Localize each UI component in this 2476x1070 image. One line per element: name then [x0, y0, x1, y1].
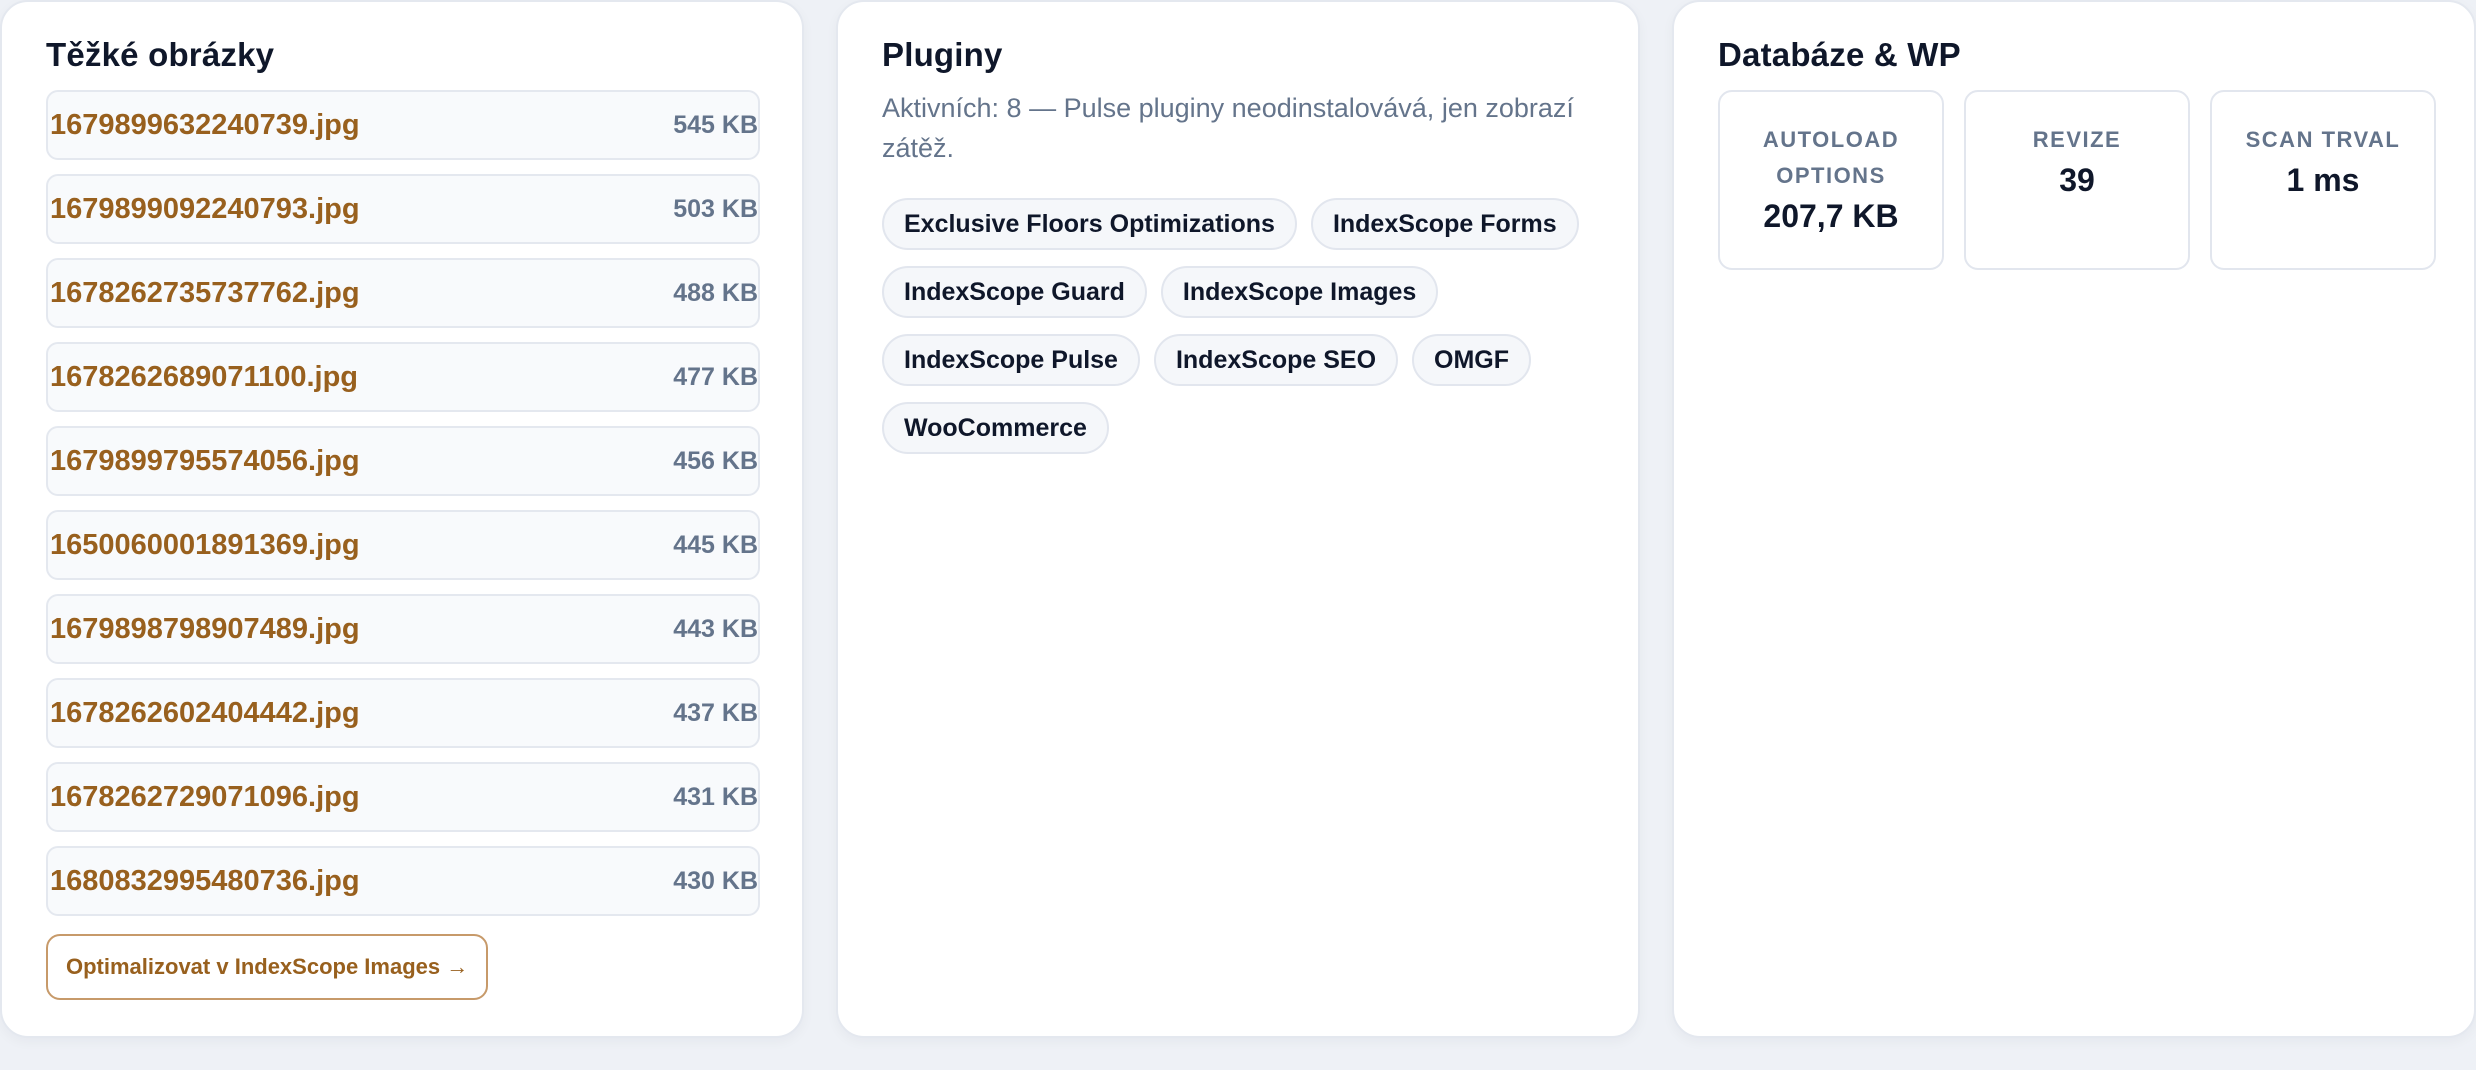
image-row: 1679899795574056.jpg 456 KB: [46, 426, 760, 496]
image-link[interactable]: 1679898798907489.jpg: [50, 613, 360, 646]
image-row: 1680832995480736.jpg 430 KB: [46, 846, 760, 916]
image-link[interactable]: 1679899795574056.jpg: [50, 445, 360, 478]
stat-value: 207,7 KB: [1763, 198, 1899, 234]
plugin-chip: IndexScope Forms: [1310, 198, 1579, 250]
image-size: 545 KB: [673, 110, 758, 139]
database-card: Databáze & WP Autoload options 207,7 KB …: [1672, 0, 2476, 1038]
plugin-chip: IndexScope Images: [1160, 266, 1439, 318]
stat-revisions: Revize 39: [1964, 90, 2190, 270]
image-size: 456 KB: [673, 446, 758, 475]
plugins-card: Pluginy Aktivních: 8 — Pulse pluginy neo…: [836, 0, 1640, 1038]
database-stats: Autoload options 207,7 KB Revize 39 Scan…: [1718, 90, 2438, 270]
stat-autoload-options: Autoload options 207,7 KB: [1718, 90, 1944, 270]
image-link[interactable]: 1678262735737762.jpg: [50, 277, 360, 310]
stat-value: 1 ms: [2286, 162, 2360, 198]
image-row: 1650060001891369.jpg 445 KB: [46, 510, 760, 580]
heavy-images-card: Těžké obrázky 1679899632240739.jpg 545 K…: [0, 0, 804, 1038]
stat-label: Autoload options: [1762, 127, 1900, 188]
stat-label: Revize: [2032, 127, 2122, 152]
image-link[interactable]: 1678262729071096.jpg: [50, 781, 360, 814]
image-row: 1679899632240739.jpg 545 KB: [46, 90, 760, 160]
image-link[interactable]: 1680832995480736.jpg: [50, 865, 360, 898]
optimize-in-images-button[interactable]: Optimalizovat v IndexScope Images →: [46, 934, 489, 1000]
image-row: 1678262689071100.jpg 477 KB: [46, 342, 760, 412]
plugins-subtitle: Aktivních: 8 — Pulse pluginy neodinstalo…: [882, 93, 1574, 163]
stat-scan-duration: Scan trval 1 ms: [2210, 90, 2436, 270]
stat-value: 39: [2059, 162, 2095, 198]
image-size: 431 KB: [673, 782, 758, 811]
image-size: 488 KB: [673, 278, 758, 307]
image-row: 1679898798907489.jpg 443 KB: [46, 594, 760, 664]
image-row: 1678262602404442.jpg 437 KB: [46, 678, 760, 748]
plugin-chip: Exclusive Floors Optimizations: [882, 198, 1297, 250]
image-row: 1678262729071096.jpg 431 KB: [46, 762, 760, 832]
plugin-chip: WooCommerce: [882, 402, 1109, 454]
image-row: 1678262735737762.jpg 488 KB: [46, 258, 760, 328]
database-title: Databáze & WP: [1718, 36, 1961, 73]
image-link[interactable]: 1679899632240739.jpg: [50, 109, 360, 142]
heavy-images-list: 1679899632240739.jpg 545 KB 167989909224…: [46, 90, 760, 930]
heavy-images-title: Těžké obrázky: [46, 36, 275, 73]
image-size: 477 KB: [673, 362, 758, 391]
dashboard-grid: Těžké obrázky 1679899632240739.jpg 545 K…: [0, 0, 2476, 1070]
plugin-chip: IndexScope Pulse: [882, 334, 1140, 386]
plugin-chip-list: Exclusive Floors Optimizations IndexScop…: [882, 198, 1602, 454]
image-row: 1679899092240793.jpg 503 KB: [46, 174, 760, 244]
image-link[interactable]: 1650060001891369.jpg: [50, 529, 360, 562]
plugins-title: Pluginy: [882, 36, 1003, 73]
image-link[interactable]: 1678262689071100.jpg: [50, 361, 358, 394]
image-size: 430 KB: [673, 866, 758, 895]
image-size: 443 KB: [673, 614, 758, 643]
stat-label: Scan trval: [2245, 127, 2401, 152]
plugin-chip: IndexScope Guard: [882, 266, 1147, 318]
image-link[interactable]: 1678262602404442.jpg: [50, 697, 360, 730]
image-size: 503 KB: [673, 194, 758, 223]
plugin-chip: IndexScope SEO: [1153, 334, 1399, 386]
image-size: 445 KB: [673, 530, 758, 559]
plugin-chip: OMGF: [1412, 334, 1532, 386]
image-size: 437 KB: [673, 698, 758, 727]
image-link[interactable]: 1679899092240793.jpg: [50, 193, 360, 226]
